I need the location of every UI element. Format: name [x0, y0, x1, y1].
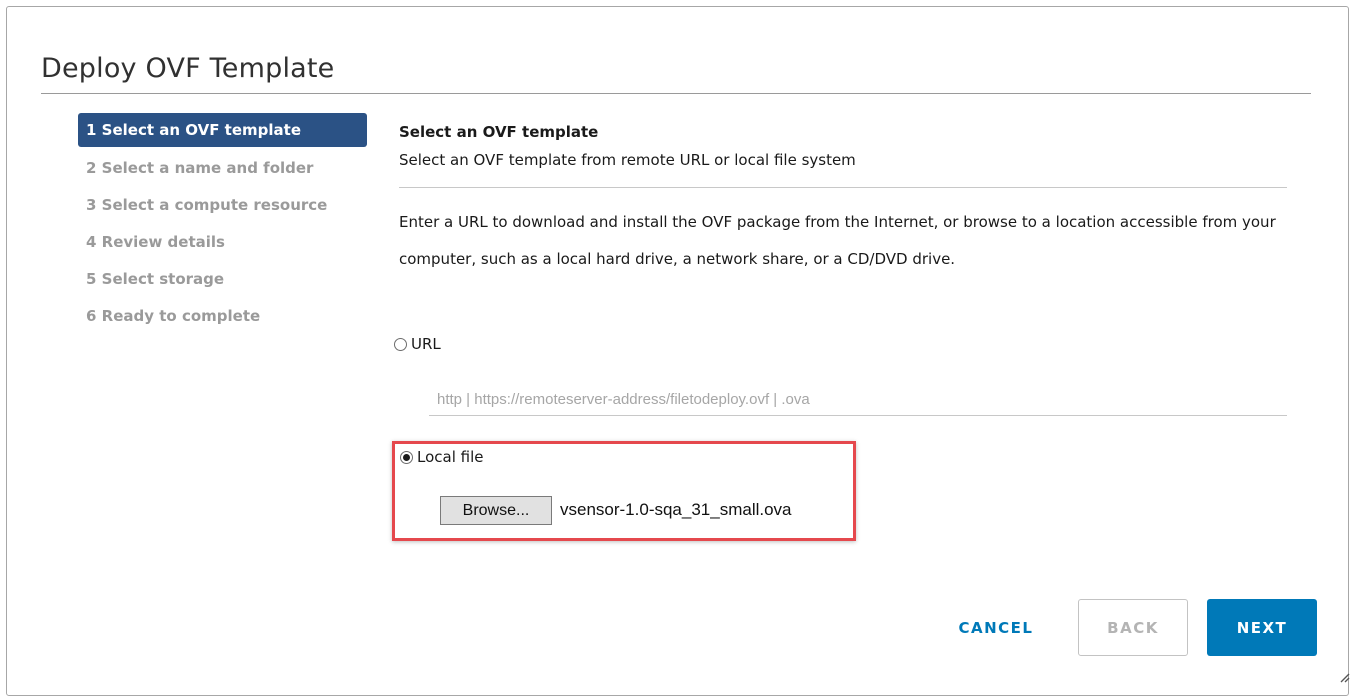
section-description: Enter a URL to download and install the …	[399, 213, 1276, 268]
back-button: BACK	[1078, 599, 1188, 656]
selected-file-name: vsensor-1.0-sqa_31_small.ova	[560, 500, 792, 519]
step-select-compute-resource: 3 Select a compute resource	[86, 196, 328, 214]
section-subtitle: Select an OVF template from remote URL o…	[399, 151, 856, 169]
url-radio-label: URL	[411, 335, 441, 353]
cancel-button[interactable]: CANCEL	[937, 599, 1055, 656]
resize-grip-icon[interactable]	[1338, 671, 1350, 683]
step-select-name-and-folder: 2 Select a name and folder	[86, 159, 314, 177]
wizard-steps-nav: 1 Select an OVF template 2 Select a name…	[78, 113, 378, 335]
next-button[interactable]: NEXT	[1207, 599, 1317, 656]
step-select-ovf-template[interactable]: 1 Select an OVF template	[78, 113, 367, 147]
title-divider	[41, 93, 1311, 94]
url-option[interactable]: URL	[394, 335, 441, 353]
browse-button[interactable]: Browse...	[440, 496, 552, 525]
url-input[interactable]	[429, 384, 1287, 416]
url-radio[interactable]	[394, 337, 407, 351]
dialog-title: Deploy OVF Template	[41, 53, 335, 84]
step-select-storage: 5 Select storage	[86, 270, 225, 288]
step-content: Select an OVF template Select an OVF tem…	[394, 119, 1289, 416]
section-divider	[399, 187, 1287, 188]
local-file-option[interactable]: Local file	[400, 448, 484, 466]
local-file-radio-label: Local file	[417, 448, 484, 466]
deploy-ovf-dialog: Deploy OVF Template 1 Select an OVF temp…	[6, 6, 1350, 696]
step-review-details: 4 Review details	[86, 233, 225, 251]
step-ready-to-complete: 6 Ready to complete	[86, 307, 261, 325]
local-file-radio[interactable]	[400, 450, 413, 464]
section-title: Select an OVF template	[399, 123, 599, 141]
